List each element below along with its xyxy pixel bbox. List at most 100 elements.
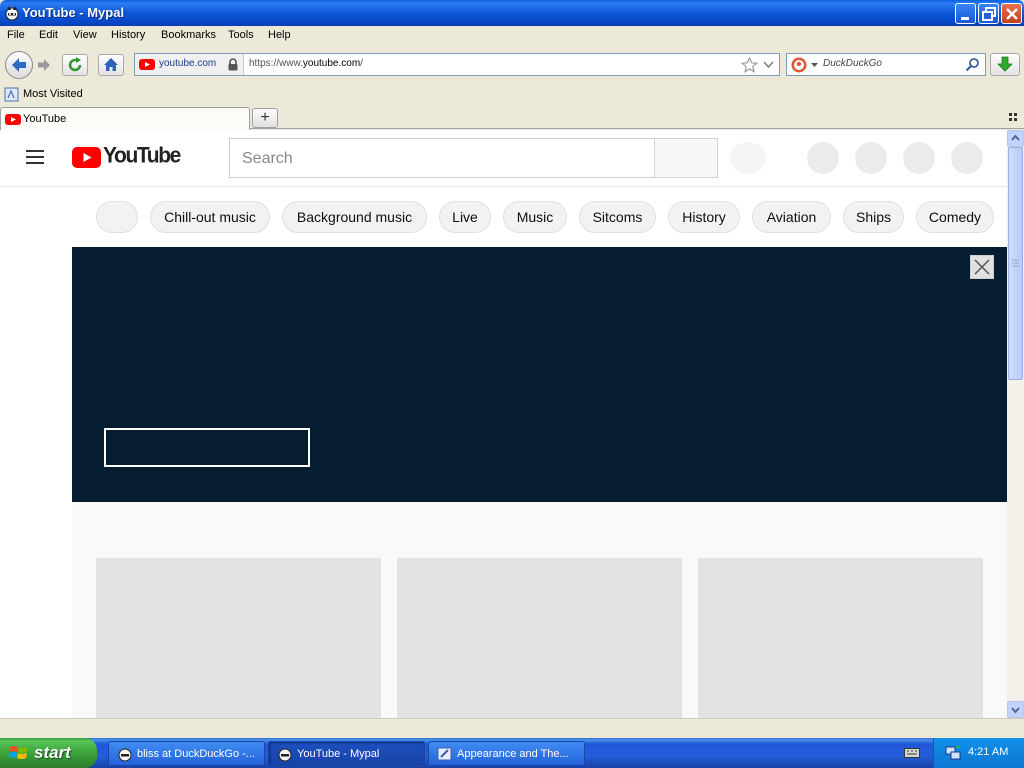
page-viewport: YouTube Search All Chill-out music Backg…: [0, 130, 1007, 718]
menu-file[interactable]: File: [7, 29, 25, 41]
menu-bookmarks[interactable]: Bookmarks: [161, 29, 216, 41]
url-dropdown-icon[interactable]: [763, 61, 774, 68]
window-titlebar[interactable]: YouTube - Mypal: [0, 0, 1024, 26]
hamburger-line: [26, 162, 44, 164]
back-button[interactable]: [5, 51, 33, 79]
address-bar[interactable]: youtube.com https://www.youtube.com/: [134, 53, 780, 76]
chip-chill-out-music[interactable]: Chill-out music: [150, 201, 270, 233]
scroll-down-icon: [1011, 707, 1020, 714]
most-visited-bookmark[interactable]: Most Visited: [23, 88, 83, 100]
forward-arrow-icon: [38, 59, 50, 71]
chip-ships[interactable]: Ships: [843, 201, 904, 233]
url-domain: youtube.com: [302, 58, 361, 69]
hamburger-line: [26, 156, 44, 158]
minimize-button[interactable]: [955, 3, 976, 24]
header-icon-placeholder[interactable]: [951, 142, 983, 174]
video-thumbnail-placeholder[interactable]: [397, 558, 682, 718]
hamburger-line: [26, 150, 44, 152]
chip-history[interactable]: History: [668, 201, 740, 233]
search-engine-placeholder: DuckDuckGo: [823, 58, 882, 69]
header-icon-placeholder[interactable]: [855, 142, 887, 174]
url-prefix: https://www.: [249, 58, 303, 69]
site-identity-label: youtube.com: [159, 58, 217, 69]
youtube-search-input[interactable]: Search: [229, 138, 655, 178]
scroll-up-button[interactable]: [1007, 130, 1024, 147]
downloads-button[interactable]: [990, 53, 1020, 76]
chip-live[interactable]: Live: [439, 201, 491, 233]
keyboard-icon[interactable]: [904, 747, 920, 759]
download-arrow-icon: [997, 56, 1013, 72]
banner-close-button[interactable]: [970, 255, 994, 279]
network-icon[interactable]: [944, 744, 962, 762]
chip-comedy[interactable]: Comedy: [916, 201, 994, 233]
chip-music[interactable]: Music: [503, 201, 567, 233]
taskbar-item-youtube[interactable]: YouTube - Mypal: [268, 741, 425, 766]
home-button[interactable]: [98, 54, 124, 76]
site-identity-button[interactable]: youtube.com: [135, 54, 244, 75]
start-button[interactable]: start: [0, 738, 97, 768]
taskbar: start bliss at DuckDuckGo -... YouTube -…: [0, 738, 1024, 768]
bookmark-star-icon[interactable]: [741, 57, 758, 73]
forward-button[interactable]: [34, 56, 54, 74]
control-panel-icon: [437, 747, 452, 761]
youtube-logo-text[interactable]: YouTube: [103, 143, 181, 168]
category-chips-bar: All Chill-out music Background music Liv…: [0, 186, 1007, 246]
banner-action-button[interactable]: [104, 428, 310, 467]
youtube-search-button[interactable]: [654, 138, 718, 178]
video-thumbnail-placeholder[interactable]: [698, 558, 983, 718]
menu-bar: File Edit View History Bookmarks Tools H…: [0, 26, 1024, 46]
grip-icon: [1012, 259, 1019, 267]
task-label: YouTube - Mypal: [297, 748, 380, 760]
menu-tools[interactable]: Tools: [228, 29, 254, 41]
duckduckgo-icon[interactable]: [791, 57, 807, 73]
chip-all[interactable]: All: [96, 201, 138, 233]
youtube-masthead: YouTube Search: [0, 130, 1007, 186]
url-text: https://www.youtube.com/: [249, 58, 363, 69]
restore-button[interactable]: [978, 3, 999, 24]
folder-icon: [4, 87, 19, 102]
taskbar-item-appearance[interactable]: Appearance and The...: [428, 741, 585, 766]
bookmarks-toolbar: Most Visited: [0, 84, 1024, 105]
menu-view[interactable]: View: [73, 29, 97, 41]
new-tab-button[interactable]: +: [252, 108, 278, 128]
vertical-scrollbar[interactable]: [1007, 130, 1024, 718]
plus-icon: +: [260, 109, 270, 126]
menu-edit[interactable]: Edit: [39, 29, 58, 41]
home-icon: [104, 58, 118, 71]
youtube-favicon-icon: [139, 59, 155, 70]
lock-icon: [228, 58, 238, 71]
engine-dropdown-icon[interactable]: [811, 63, 818, 68]
scroll-up-icon: [1011, 134, 1020, 141]
menu-history[interactable]: History: [111, 29, 145, 41]
chip-aviation[interactable]: Aviation: [752, 201, 831, 233]
youtube-search-placeholder: Search: [242, 150, 293, 167]
close-button[interactable]: [1001, 3, 1022, 24]
header-icon-placeholder[interactable]: [903, 142, 935, 174]
tab-strip: YouTube +: [0, 105, 1024, 130]
header-icon-placeholder[interactable]: [807, 142, 839, 174]
search-engine-box[interactable]: DuckDuckGo: [786, 53, 986, 76]
task-label: bliss at DuckDuckGo -...: [137, 748, 255, 760]
chip-background-music[interactable]: Background music: [282, 201, 427, 233]
video-feed: [72, 502, 1007, 718]
taskbar-item-bliss[interactable]: bliss at DuckDuckGo -...: [108, 741, 265, 766]
navigation-toolbar: youtube.com https://www.youtube.com/ Duc…: [0, 46, 1024, 84]
all-tabs-icon[interactable]: [1009, 113, 1018, 122]
menu-help[interactable]: Help: [268, 29, 291, 41]
reload-button[interactable]: [62, 54, 88, 76]
clock[interactable]: 4:21 AM: [968, 746, 1008, 758]
system-tray: 4:21 AM: [933, 738, 1024, 768]
status-bar: [0, 718, 1024, 738]
scroll-down-button[interactable]: [1007, 701, 1024, 718]
guide-menu-button[interactable]: [26, 150, 46, 166]
video-thumbnail-placeholder[interactable]: [96, 558, 381, 718]
mypal-icon: [5, 6, 19, 21]
tab-youtube[interactable]: YouTube: [0, 107, 250, 130]
scroll-thumb[interactable]: [1008, 147, 1023, 380]
mypal-icon: [278, 748, 292, 762]
youtube-logo-icon[interactable]: [72, 147, 101, 168]
search-icon[interactable]: [965, 57, 980, 72]
chip-sitcoms[interactable]: Sitcoms: [579, 201, 656, 233]
start-label: start: [34, 743, 71, 762]
voice-search-placeholder[interactable]: [730, 142, 766, 174]
